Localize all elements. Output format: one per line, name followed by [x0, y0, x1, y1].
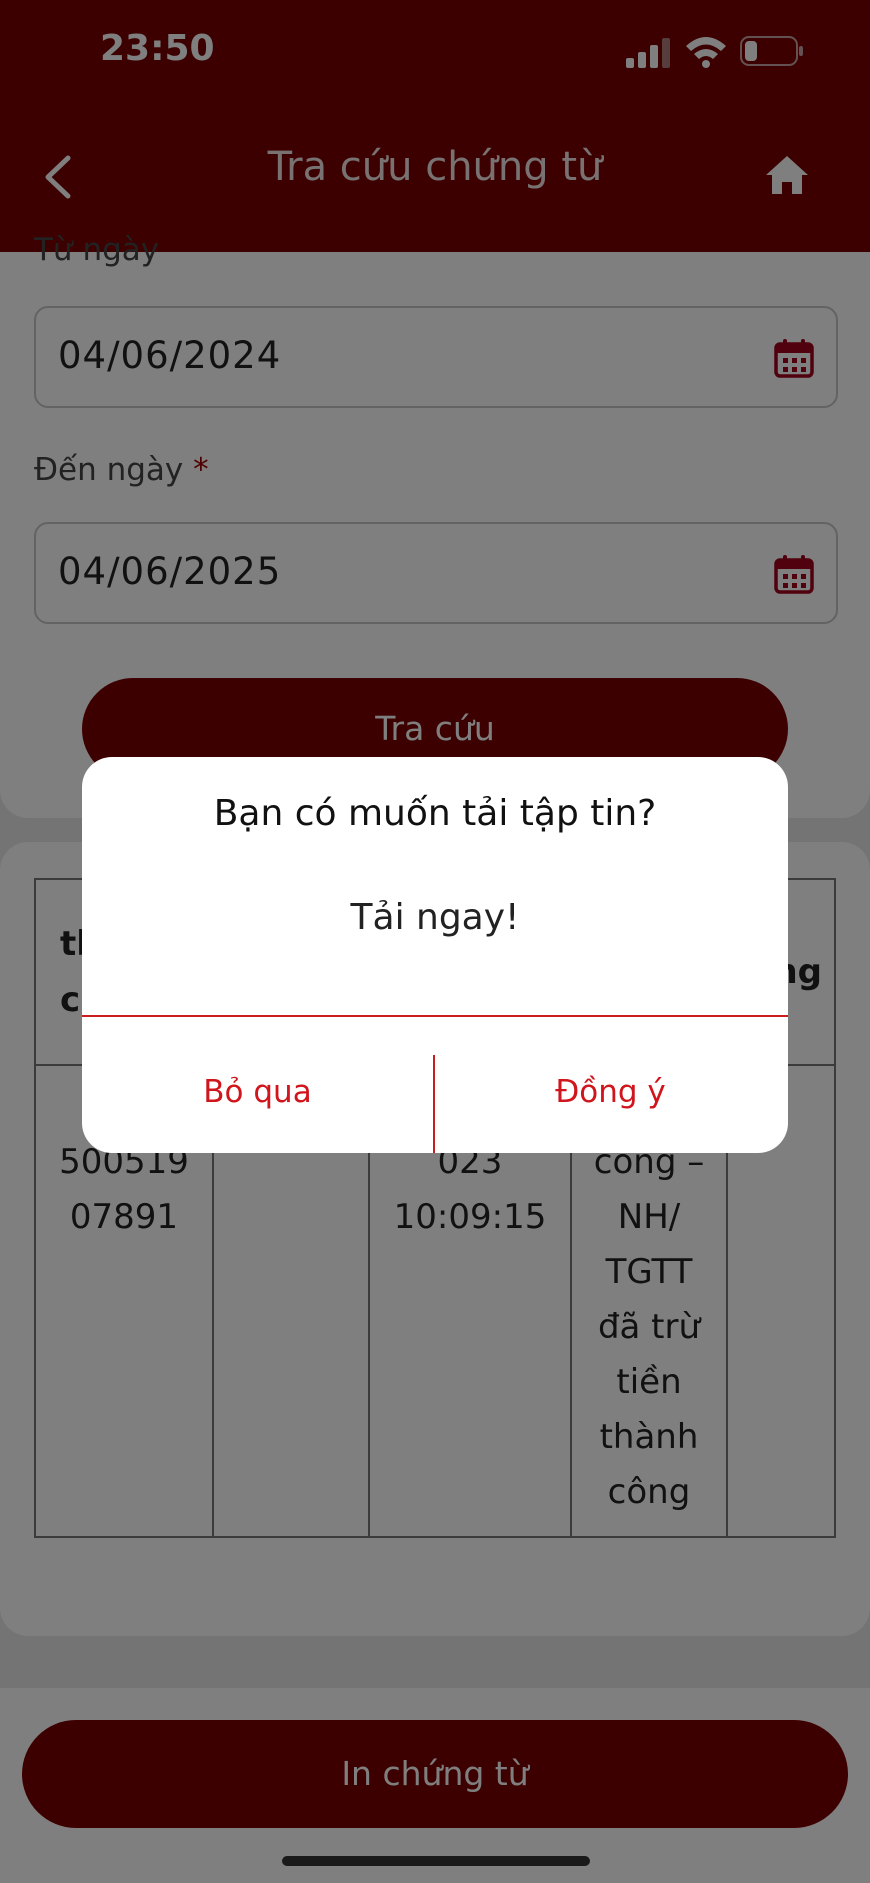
dialog-title: Bạn có muốn tải tập tin? [213, 793, 657, 834]
cancel-button[interactable]: Bỏ qua [82, 1017, 433, 1153]
dialog-message: Tải ngay! [350, 897, 520, 938]
home-indicator[interactable] [282, 1856, 590, 1866]
download-confirm-dialog: Bạn có muốn tải tập tin? Tải ngay! Bỏ qu… [82, 757, 788, 1153]
confirm-button[interactable]: Đồng ý [435, 1017, 786, 1153]
